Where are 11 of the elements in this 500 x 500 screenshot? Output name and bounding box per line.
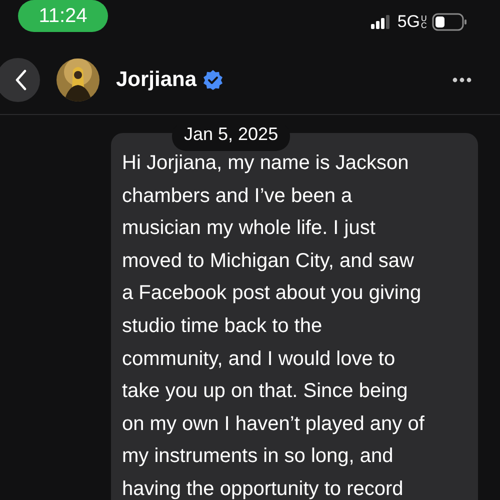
avatar[interactable] bbox=[56, 58, 100, 102]
back-button[interactable] bbox=[0, 58, 40, 102]
message-text: Hi Jorjiana, my name is Jackson chambers and I’ve been a musician my whole life. I just moved to Michigan City, and saw a Facebook post about you giving studio time back to the community, and I would love to take you up on that. Since being on my own I haven’t played any of my instruments in so long, and having the opportunity to record bbox=[122, 151, 426, 500]
back-icon bbox=[15, 69, 27, 91]
more-icon[interactable] bbox=[452, 77, 472, 83]
battery-icon bbox=[432, 13, 468, 31]
signal-icon bbox=[371, 15, 392, 29]
contact-name: Jorjiana bbox=[116, 68, 197, 92]
status-time: 11:24 bbox=[18, 0, 108, 32]
network-suffix: UC bbox=[421, 14, 426, 30]
network-label: 5G bbox=[397, 12, 420, 32]
